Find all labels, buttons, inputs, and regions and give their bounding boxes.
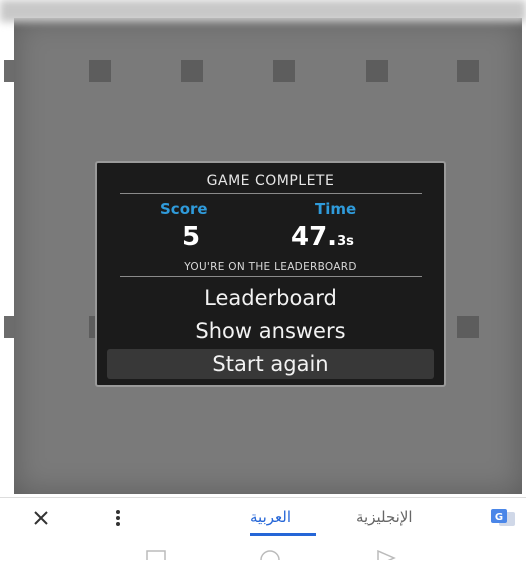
- board-tile: [4, 60, 14, 82]
- game-area: GAME COMPLETE Score Time 5 47.3s YOU'RE …: [0, 0, 526, 497]
- system-navbar: [0, 542, 526, 564]
- more-vert-icon[interactable]: [110, 506, 126, 530]
- tab-english[interactable]: الإنجليزية: [356, 506, 451, 536]
- translate-bar: العربية الإنجليزية G: [0, 497, 526, 543]
- leaderboard-note: YOU'RE ON THE LEADERBOARD: [184, 261, 357, 273]
- show-answers-button[interactable]: Show answers: [107, 316, 434, 346]
- board-tile: [89, 60, 111, 82]
- game-complete-dialog: GAME COMPLETE Score Time 5 47.3s YOU'RE …: [95, 161, 446, 387]
- score-label: Score: [160, 200, 208, 218]
- tab-english-label: الإنجليزية: [356, 508, 413, 526]
- tab-arabic-label: العربية: [250, 508, 291, 526]
- board-tile: [366, 60, 388, 82]
- dialog-title: GAME COMPLETE: [206, 173, 335, 189]
- board-tile: [273, 60, 295, 82]
- tab-underline: [250, 533, 316, 536]
- time-value-main: 47.: [291, 222, 338, 252]
- time-label: Time: [315, 200, 357, 218]
- board-tile: [457, 60, 479, 82]
- back-icon[interactable]: [376, 545, 396, 564]
- score-value: 5: [182, 222, 201, 252]
- recents-icon[interactable]: [146, 545, 166, 564]
- google-translate-icon[interactable]: G: [489, 506, 519, 530]
- divider: [120, 193, 422, 194]
- close-icon[interactable]: [30, 506, 54, 530]
- time-value-unit: 3s: [337, 234, 354, 249]
- board-tile: [181, 60, 203, 82]
- tab-arabic[interactable]: العربية: [250, 506, 316, 536]
- time-value: 47.3s: [291, 222, 354, 252]
- home-icon[interactable]: [258, 545, 282, 564]
- board-tile: [457, 316, 479, 338]
- divider: [120, 276, 422, 277]
- start-again-button[interactable]: Start again: [107, 349, 434, 379]
- svg-text:G: G: [495, 512, 503, 523]
- board-tile: [4, 316, 14, 338]
- leaderboard-button[interactable]: Leaderboard: [107, 283, 434, 313]
